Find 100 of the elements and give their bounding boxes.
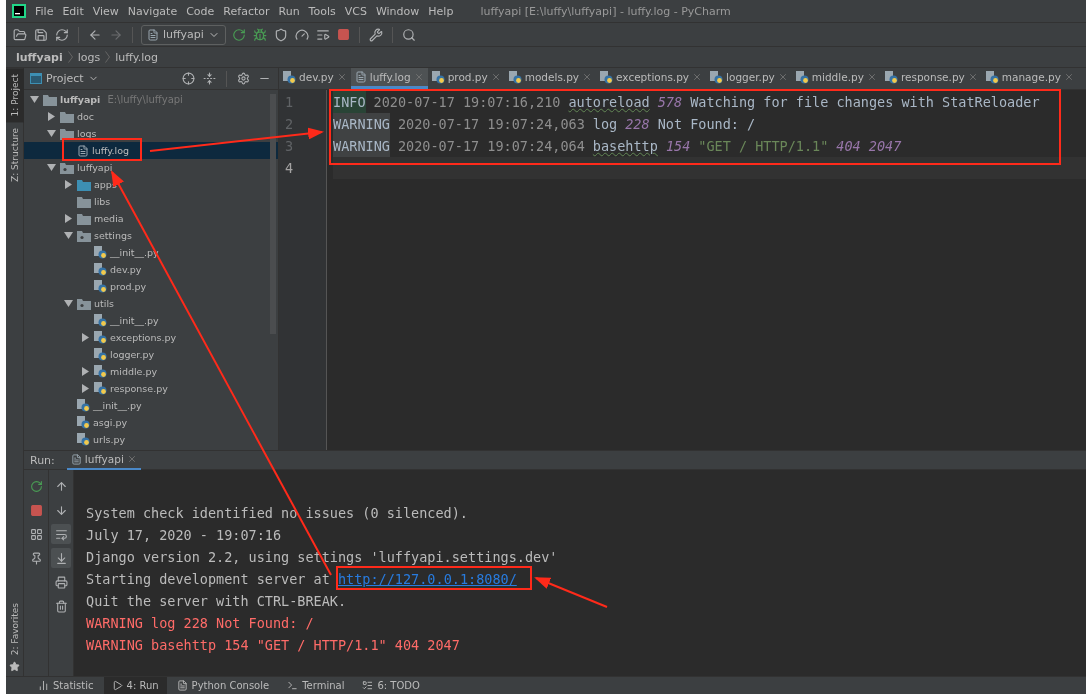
tree-row[interactable]: exceptions.py: [24, 329, 278, 346]
tree-item-label: libs: [94, 196, 111, 207]
python-file-icon: [508, 70, 522, 84]
line-number: 4: [284, 159, 295, 178]
python-file-icon: [77, 433, 90, 446]
crosshair-icon[interactable]: [181, 71, 196, 86]
menu-item[interactable]: Edit: [62, 4, 84, 18]
stop-icon[interactable]: [335, 27, 351, 42]
close-icon[interactable]: [336, 72, 347, 82]
scroll-to-end-icon[interactable]: [51, 548, 71, 568]
tree-row[interactable]: middle.py: [24, 363, 278, 380]
close-icon[interactable]: [1063, 72, 1074, 82]
tree-row[interactable]: luffyapi: [24, 159, 278, 176]
menu-item[interactable]: Window: [375, 4, 420, 18]
menu-item[interactable]: Help: [428, 4, 454, 18]
editor-tab[interactable]: response.py: [880, 68, 982, 89]
tree-row[interactable]: asgi.py: [24, 414, 278, 431]
log-file-icon: [77, 144, 89, 157]
collapse-all-icon[interactable]: [202, 71, 217, 86]
menu-item[interactable]: Code: [186, 4, 215, 18]
editor-tab[interactable]: models.py: [504, 68, 597, 89]
tree-row[interactable]: settings: [24, 227, 278, 244]
tree-row[interactable]: libs: [24, 193, 278, 210]
tree-row[interactable]: logger.py: [24, 346, 278, 363]
close-icon[interactable]: [866, 72, 877, 82]
menu-item[interactable]: Navigate: [127, 4, 178, 18]
tool-window-tab[interactable]: 6: TODO: [354, 676, 428, 694]
tree-row[interactable]: __init__.py: [24, 397, 278, 414]
log-token: 578: [657, 93, 683, 112]
breadcrumb-item[interactable]: luffy.log: [115, 50, 159, 64]
log-token: WARNING: [333, 135, 390, 157]
save-icon[interactable]: [33, 26, 49, 43]
tool-window-tab[interactable]: Z: Structure: [6, 122, 24, 189]
editor-tab[interactable]: prod.py: [427, 68, 505, 89]
python-file-icon: [94, 365, 107, 378]
tree-row[interactable]: luffy.log: [24, 142, 278, 159]
run-configuration-dropdown[interactable]: luffyapi: [141, 24, 226, 45]
editor-tab[interactable]: dev.py: [279, 68, 351, 89]
tree-row[interactable]: luffyapi E:\luffy\luffyapi: [24, 91, 278, 108]
breadcrumb-item[interactable]: luffyapi: [16, 50, 63, 64]
editor-tab[interactable]: middle.py: [791, 68, 881, 89]
tool-window-tab[interactable]: Statistic: [30, 676, 102, 694]
sync-icon[interactable]: [54, 26, 70, 43]
editor-tab[interactable]: manage.py: [981, 68, 1078, 89]
window-icon: [30, 73, 42, 84]
tree-row[interactable]: response.py: [24, 380, 278, 397]
editor-tab[interactable]: exceptions.py: [596, 68, 707, 89]
menu-item[interactable]: Run: [278, 4, 300, 18]
log-token: autoreload: [568, 93, 650, 112]
python-file-icon: [94, 348, 107, 361]
editor-tab[interactable]: logger.py: [706, 68, 792, 89]
editor-tab[interactable]: luffy.log: [350, 68, 428, 89]
tree-row[interactable]: utils: [24, 295, 278, 312]
terminal-icon: [287, 680, 299, 691]
close-icon[interactable]: [126, 454, 137, 464]
tree-row[interactable]: __init__.py: [24, 312, 278, 329]
tree-row[interactable]: urls.py: [24, 431, 278, 448]
menu-item[interactable]: VCS: [344, 4, 367, 18]
star-icon: [9, 661, 20, 672]
log-token: 228: [625, 115, 650, 134]
tree-item-label: doc: [77, 111, 95, 122]
menu-item[interactable]: Refactor: [223, 4, 270, 18]
tree-row[interactable]: dev.py: [24, 261, 278, 278]
debug-icon[interactable]: [251, 26, 268, 43]
tool-window-tab[interactable]: 4: Run: [103, 676, 167, 694]
tree-row[interactable]: prod.py: [24, 278, 278, 295]
close-icon[interactable]: [967, 72, 978, 82]
tree-item-label: urls.py: [93, 434, 126, 445]
run-label: Run:: [30, 453, 55, 467]
menu-item[interactable]: View: [92, 4, 119, 18]
log-token: 404 2047: [836, 137, 902, 156]
tree-row[interactable]: media: [24, 210, 278, 227]
tool-window-tab[interactable]: 2: Favorites: [6, 596, 24, 661]
rerun-icon[interactable]: [230, 26, 247, 43]
search-icon[interactable]: [400, 26, 417, 43]
tree-item-label: luffyapi: [60, 94, 101, 105]
tool-window-tab[interactable]: 1: Project: [6, 68, 24, 123]
settings-icon[interactable]: [236, 71, 251, 86]
close-icon[interactable]: [777, 72, 788, 82]
menu-item[interactable]: Tools: [308, 4, 336, 18]
close-icon[interactable]: [582, 72, 593, 82]
tool-window-tab[interactable]: Terminal: [279, 676, 353, 694]
python-file-icon: [94, 280, 107, 293]
package-folder-icon: [77, 229, 91, 242]
project-view-dropdown[interactable]: Project: [30, 72, 99, 85]
tool-window-tab[interactable]: Python Console: [168, 676, 278, 694]
breadcrumb-item[interactable]: logs: [77, 50, 101, 64]
file-icon: [147, 28, 159, 41]
wrench-icon[interactable]: [367, 26, 384, 43]
close-icon[interactable]: [490, 72, 501, 82]
close-icon[interactable]: [692, 72, 703, 82]
tree-row[interactable]: doc: [24, 108, 278, 125]
folder-icon: [77, 195, 91, 208]
menu-item[interactable]: File: [35, 4, 54, 18]
open-folder-icon[interactable]: [12, 26, 28, 43]
server-link[interactable]: http://127.0.0.1:8080/: [337, 571, 517, 587]
tree-item-label: asgi.py: [93, 417, 128, 428]
python-file-icon: [77, 416, 90, 429]
soft-wrap-icon[interactable]: [51, 524, 71, 544]
tree-item-label: utils: [94, 298, 114, 309]
